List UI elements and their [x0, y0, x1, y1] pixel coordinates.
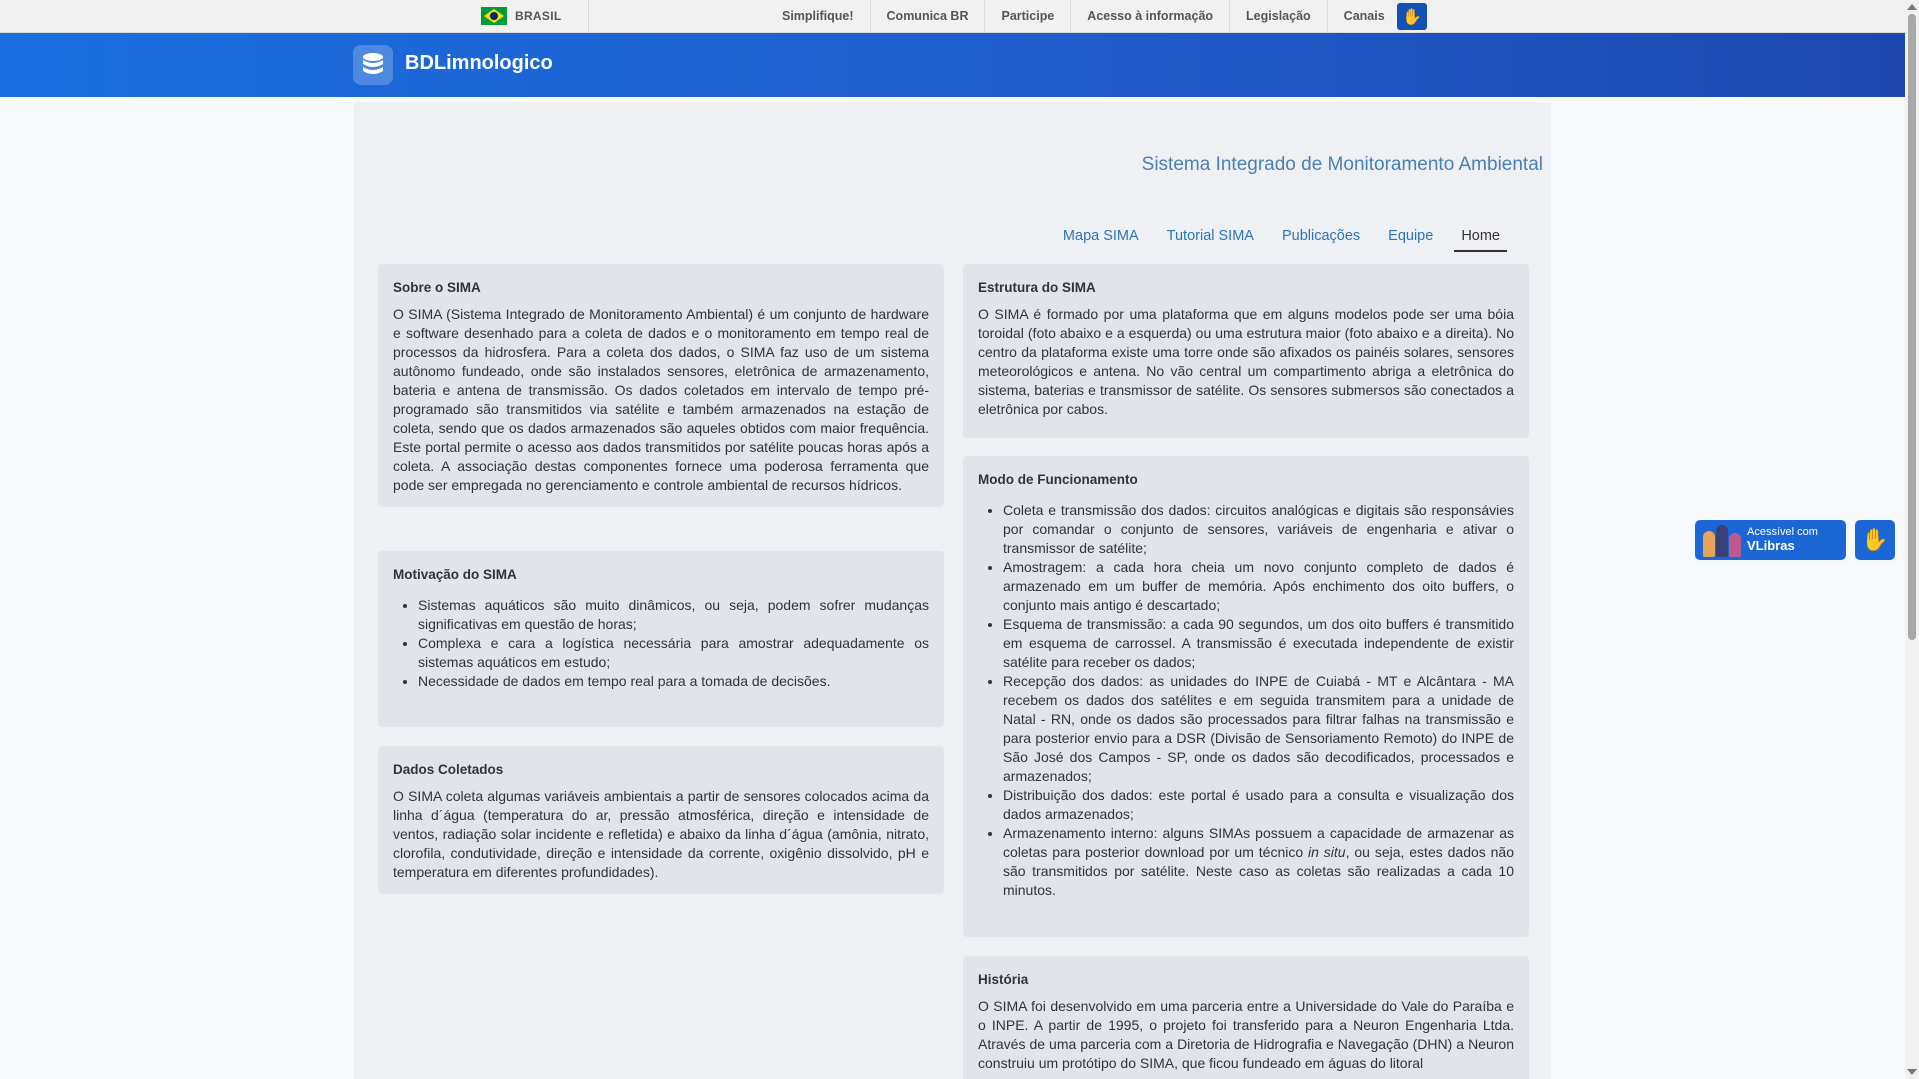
brasil-label: BRASIL	[515, 9, 562, 23]
list-item: Distribuição dos dados: este portal é us…	[1003, 786, 1514, 824]
card-title: Dados Coletados	[393, 762, 504, 777]
list-item: Armazenamento interno: alguns SIMAs poss…	[1003, 824, 1514, 900]
nav-tutorial-sima[interactable]: Tutorial SIMA	[1160, 222, 1261, 252]
card-title: Estrutura do SIMA	[978, 280, 1096, 295]
card-text: O SIMA foi desenvolvido em uma parceria …	[978, 998, 1514, 1071]
nav-equipe[interactable]: Equipe	[1381, 222, 1440, 252]
vlibras-text: Acessível com VLibras	[1747, 526, 1818, 554]
vlibras-people-icon	[1701, 523, 1743, 557]
card-historia: História O SIMA foi desenvolvido em uma …	[963, 956, 1529, 1079]
brasil-link[interactable]: BRASIL	[467, 0, 589, 32]
nav-publicacoes[interactable]: Publicações	[1275, 222, 1367, 252]
list-item: Recepção dos dados: as unidades do INPE …	[1003, 672, 1514, 786]
card-modo-funcionamento: Modo de Funcionamento Coleta e transmiss…	[963, 456, 1529, 937]
list-item: Sistemas aquáticos são muito dinâmicos, …	[418, 596, 929, 634]
card-title: Sobre o SIMA	[393, 280, 481, 295]
app-title[interactable]: BDLimnologico	[405, 52, 553, 75]
gov-top-bar: BRASIL Simplifique! Comunica BR Particip…	[0, 0, 1905, 33]
card-sobre-sima: Sobre o SIMA O SIMA (Sistema Integrado d…	[378, 264, 944, 507]
list-item: Complexa e cara a logística necessária p…	[418, 634, 929, 672]
card-text: O SIMA coleta algumas variáveis ambienta…	[393, 788, 929, 880]
modo-list: Coleta e transmissão dos dados: circuito…	[978, 501, 1514, 900]
brazil-flag-icon	[481, 7, 507, 25]
card-dados-coletados: Dados Coletados O SIMA coleta algumas va…	[378, 746, 944, 894]
database-icon[interactable]	[353, 45, 393, 85]
gov-link-legislacao[interactable]: Legislação	[1230, 0, 1328, 32]
main-content: Sistema Integrado de Monitoramento Ambie…	[354, 102, 1551, 1079]
list-item: Esquema de transmissão: a cada 90 segund…	[1003, 615, 1514, 672]
vlibras-badge[interactable]: Acessível com VLibras	[1695, 520, 1846, 560]
scroll-thumb[interactable]	[1908, 14, 1916, 640]
gov-link-canais[interactable]: Canais	[1328, 0, 1402, 32]
gov-link-acesso-informacao[interactable]: Acesso à informação	[1071, 0, 1231, 32]
list-item: Coleta e transmissão dos dados: circuito…	[1003, 501, 1514, 558]
main-nav: Mapa SIMA Tutorial SIMA Publicações Equi…	[1042, 222, 1507, 252]
sign-language-icon[interactable]: ✋	[1397, 3, 1427, 30]
list-item: Amostragem: a cada hora cheia um novo co…	[1003, 558, 1514, 615]
motivacao-list: Sistemas aquáticos são muito dinâmicos, …	[393, 596, 929, 691]
gov-link-simplifique[interactable]: Simplifique!	[766, 0, 871, 32]
list-item-italic: in situ	[1308, 844, 1346, 860]
card-motivacao-sima: Motivação do SIMA Sistemas aquáticos são…	[378, 551, 944, 727]
page-subtitle: Sistema Integrado de Monitoramento Ambie…	[1141, 154, 1543, 175]
nav-home[interactable]: Home	[1454, 222, 1507, 252]
card-title: História	[978, 972, 1029, 987]
nav-mapa-sima[interactable]: Mapa SIMA	[1056, 222, 1146, 252]
gov-link-participe[interactable]: Participe	[985, 0, 1072, 32]
scroll-down-icon[interactable]	[1907, 1069, 1917, 1075]
vlibras-hand-icon[interactable]: ✋	[1855, 520, 1895, 560]
card-title: Modo de Funcionamento	[978, 472, 1138, 487]
card-text: O SIMA (Sistema Integrado de Monitoramen…	[393, 306, 929, 493]
list-item: Necessidade de dados em tempo real para …	[418, 672, 929, 691]
app-header: BDLimnologico	[0, 33, 1905, 97]
card-text: O SIMA é formado por uma plataforma que …	[978, 306, 1514, 417]
gov-links: Simplifique! Comunica BR Participe Acess…	[766, 0, 1402, 32]
scrollbar[interactable]	[1905, 0, 1919, 1079]
card-title: Motivação do SIMA	[393, 567, 517, 582]
card-estrutura-sima: Estrutura do SIMA O SIMA é formado por u…	[963, 264, 1529, 438]
vlibras-line2: VLibras	[1747, 538, 1795, 553]
scroll-up-icon[interactable]	[1907, 4, 1917, 10]
gov-link-comunica-br[interactable]: Comunica BR	[871, 0, 986, 32]
